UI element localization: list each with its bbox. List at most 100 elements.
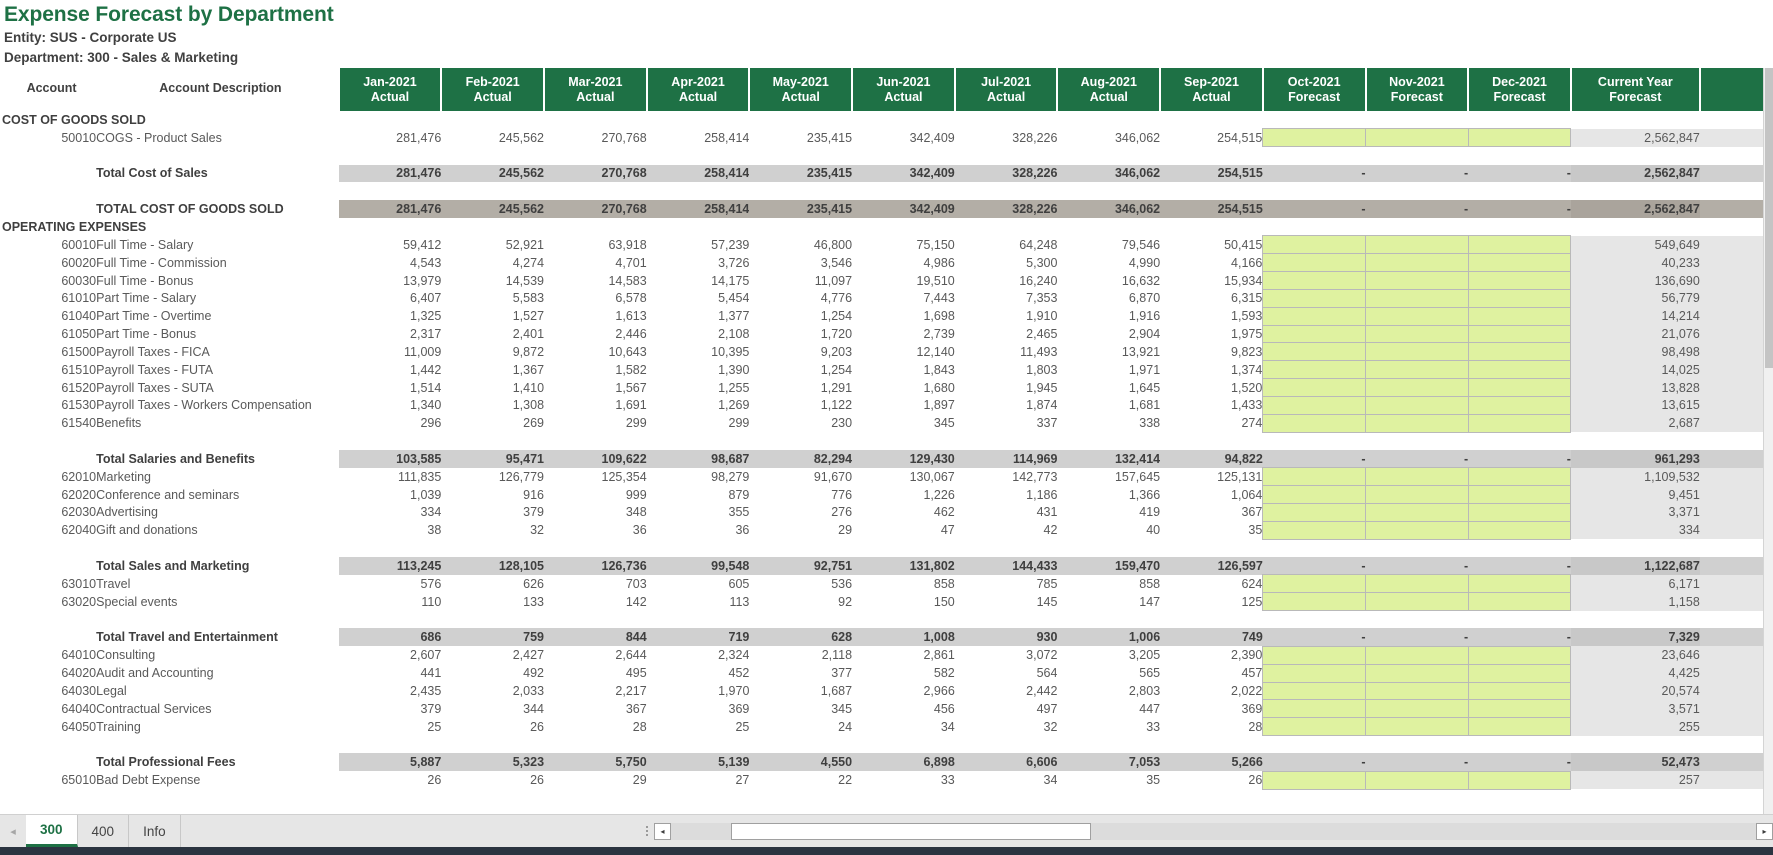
forecast-input-cell[interactable] [1365,378,1469,397]
vertical-scrollbar[interactable] [1763,68,1773,814]
forecast-input-cell[interactable] [1365,520,1469,540]
forecast-input-cell[interactable] [1365,413,1469,433]
forecast-input-cell[interactable] [1467,378,1572,397]
vertical-scrollbar-thumb[interactable] [1765,68,1773,368]
forecast-input-cell[interactable] [1365,592,1469,612]
sheet-tab-info[interactable]: Info [129,815,181,847]
forecast-input-cell[interactable] [1365,306,1469,326]
forecast-input-cell[interactable] [1365,342,1469,362]
hscroll-track[interactable] [671,822,1756,840]
value-cell: 2,442 [1026,683,1058,698]
forecast-input-cell[interactable] [1365,663,1469,683]
forecast-input-cell[interactable] [1262,574,1367,594]
forecast-input-cell[interactable] [1467,699,1572,719]
forecast-input-cell[interactable] [1467,413,1572,433]
value-cell: 1,691 [615,398,647,413]
forecast-input-cell[interactable] [1467,717,1572,737]
split-handle[interactable] [640,826,654,836]
forecast-input-cell[interactable] [1262,378,1367,397]
value-cell: 605 [728,576,750,591]
sheet-tab-400[interactable]: 400 [77,815,130,847]
forecast-input-cell[interactable] [1262,306,1367,326]
forecast-input-cell[interactable] [1365,717,1469,737]
forecast-input-cell[interactable] [1467,253,1572,273]
forecast-input-cell[interactable] [1467,592,1572,612]
forecast-input-cell[interactable] [1467,574,1572,594]
hscroll-right-button[interactable]: ▸ [1756,822,1773,840]
forecast-input-cell[interactable] [1467,520,1572,540]
forecast-input-cell[interactable] [1262,681,1367,701]
forecast-input-cell[interactable] [1262,770,1367,790]
forecast-input-cell[interactable] [1262,271,1367,290]
forecast-input-cell[interactable] [1467,645,1572,665]
value-cell: - [1262,628,1366,647]
forecast-input-cell[interactable] [1467,324,1572,344]
current-year-forecast-cell: 4,425 [1570,664,1700,682]
forecast-input-cell[interactable] [1262,342,1367,362]
forecast-input-cell[interactable] [1262,485,1367,505]
forecast-input-cell[interactable] [1262,699,1367,719]
forecast-input-cell[interactable] [1262,717,1367,737]
forecast-input-cell[interactable] [1262,592,1367,612]
spacer-row [0,611,1773,629]
forecast-input-cell[interactable] [1467,396,1572,415]
forecast-input-cell[interactable] [1365,574,1469,594]
forecast-input-cell[interactable] [1262,396,1367,415]
forecast-input-cell[interactable] [1467,503,1572,522]
forecast-input-cell[interactable] [1467,485,1572,505]
forecast-input-cell[interactable] [1365,271,1469,290]
forecast-input-cell[interactable] [1365,699,1469,719]
forecast-input-cell[interactable] [1262,467,1367,487]
forecast-input-cell[interactable] [1365,503,1469,522]
forecast-input-cell[interactable] [1467,770,1572,790]
forecast-input-cell[interactable] [1365,235,1469,255]
forecast-input-cell[interactable] [1467,271,1572,290]
value-cell: 32 [1043,719,1058,734]
value-cell: 147 [1139,594,1161,609]
value-cell: 1,874 [1026,398,1058,413]
forecast-input-cell[interactable] [1262,503,1367,522]
forecast-input-cell[interactable] [1467,128,1572,148]
sheet-tab-300[interactable]: 300 [26,815,78,847]
forecast-input-cell[interactable] [1365,128,1469,148]
forecast-input-cell[interactable] [1262,663,1367,683]
forecast-input-cell[interactable] [1467,306,1572,326]
forecast-input-cell[interactable] [1467,288,1572,308]
forecast-input-cell[interactable] [1365,485,1469,505]
forecast-input-cell[interactable] [1365,253,1469,273]
value-cell: 125 [1241,594,1263,609]
forecast-input-cell[interactable] [1467,235,1572,255]
forecast-input-cell[interactable] [1262,128,1367,148]
hscroll-thumb[interactable] [731,822,1091,840]
value-cell: 111,835 [397,469,442,484]
tab-nav-prev-icon[interactable]: ◂ [0,815,26,847]
forecast-input-cell[interactable] [1262,235,1367,255]
empty-cell [544,111,647,129]
forecast-input-cell[interactable] [1467,342,1572,362]
forecast-input-cell[interactable] [1365,467,1469,487]
forecast-input-cell[interactable] [1262,324,1367,344]
forecast-input-cell[interactable] [1467,360,1572,380]
forecast-input-cell[interactable] [1262,360,1367,380]
hscroll-left-button[interactable]: ◂ [654,822,671,840]
forecast-input-cell[interactable] [1365,770,1469,790]
forecast-input-cell[interactable] [1365,324,1469,344]
forecast-input-cell[interactable] [1467,681,1572,701]
value-cell: 29 [632,773,647,788]
forecast-input-cell[interactable] [1262,253,1367,273]
value-cell: 132,414 [1057,450,1161,468]
forecast-input-cell[interactable] [1467,663,1572,683]
forecast-input-cell[interactable] [1365,288,1469,308]
worksheet-grid[interactable]: Account Account Description Jan-2021 Actu… [0,68,1773,814]
forecast-input-cell[interactable] [1262,645,1367,665]
value-cell: 12,140 [916,344,955,359]
forecast-input-cell[interactable] [1262,413,1367,433]
forecast-input-cell[interactable] [1467,467,1572,487]
forecast-input-cell[interactable] [1365,360,1469,380]
forecast-input-cell[interactable] [1365,681,1469,701]
forecast-input-cell[interactable] [1262,520,1367,540]
forecast-input-cell[interactable] [1365,396,1469,415]
forecast-input-cell[interactable] [1262,288,1367,308]
header-current-year: Current Year Forecast [1570,68,1701,111]
forecast-input-cell[interactable] [1365,645,1469,665]
